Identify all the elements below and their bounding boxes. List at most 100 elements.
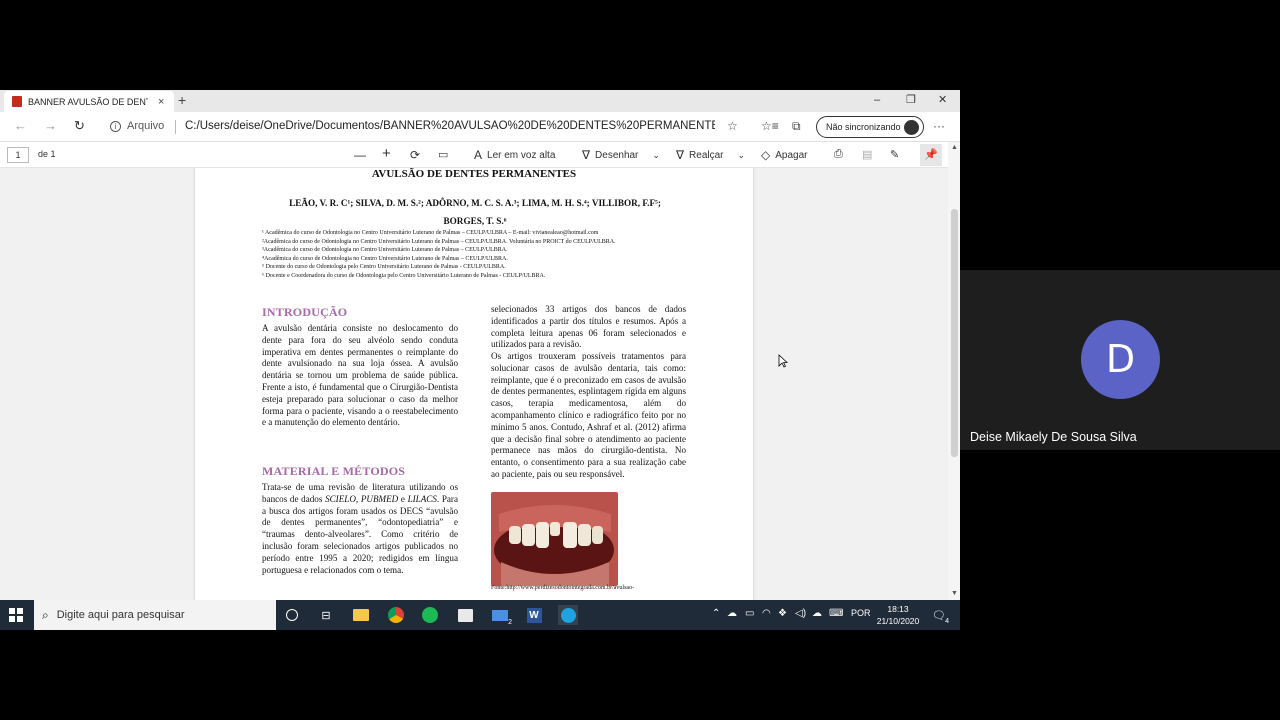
profile-avatar-icon	[904, 120, 919, 135]
read-aloud-label: Ler em voz alta	[487, 149, 556, 161]
tab-close-icon[interactable]: ×	[158, 96, 164, 108]
fit-page-icon[interactable]: ▭	[438, 148, 448, 161]
vertical-scrollbar[interactable]: ▲ ▼	[948, 142, 960, 600]
chevron-down-icon[interactable]: ⌄	[738, 150, 746, 161]
pdf-page: AVULSÃO DE DENTES PERMANENTES LEÃO, V. R…	[195, 168, 753, 600]
page-count: de 1	[38, 149, 56, 159]
authors: LEÃO, V. R. C¹; SILVA, D. M. S.²; ADÔRNO…	[245, 194, 705, 230]
onedrive-icon[interactable]: ☁	[727, 608, 737, 619]
draw-label: Desenhar	[595, 149, 639, 161]
scrollbar-thumb[interactable]	[951, 209, 958, 457]
affiliation-item: ³Acadêmica do curso de Odontologia no Ce…	[262, 247, 508, 254]
affiliations: ¹ Acadêmica do curso de Odontologia no C…	[262, 229, 690, 281]
affiliation-item: ⁵ Docente do curso de Odontologia pelo C…	[262, 264, 506, 271]
save-as-icon[interactable]: ✎	[890, 148, 899, 161]
chrome-icon[interactable]	[386, 605, 406, 625]
dropbox-icon[interactable]: ❖	[778, 608, 787, 619]
erase-button[interactable]: ◇ Apagar	[761, 148, 807, 162]
rotate-icon[interactable]: ⟳	[410, 148, 420, 162]
battery-icon[interactable]: ▭	[745, 608, 754, 619]
methods-heading: MATERIAL E MÉTODOS	[262, 464, 406, 478]
read-aloud-button[interactable]: A Ler em voz alta	[474, 148, 555, 162]
notification-center-icon[interactable]: 🗨 4	[929, 605, 949, 626]
document-title: AVULSÃO DE DENTES PERMANENTES	[371, 168, 577, 180]
url-field[interactable]: C:/Users/deise/OneDrive/Documentos/BANNE…	[185, 120, 715, 132]
taskbar-search[interactable]: ⌕ Digite aqui para pesquisar	[34, 600, 276, 630]
file-explorer-icon[interactable]	[351, 605, 371, 625]
edge-icon[interactable]	[558, 605, 578, 625]
browser-tab-bar: BANNER AVULSÃO DE DENTES P × + – ❐ ✕	[0, 90, 960, 112]
draw-button[interactable]: ∇ Desenhar ⌄	[582, 148, 660, 162]
save-icon[interactable]: ▤	[862, 148, 872, 161]
mail-badge: 2	[508, 619, 512, 626]
new-tab-button[interactable]: +	[178, 93, 186, 107]
browser-tab[interactable]: BANNER AVULSÃO DE DENTES P ×	[4, 91, 174, 112]
avulsion-photo	[491, 492, 618, 586]
system-clock[interactable]: 18:13 21/10/2020	[872, 603, 924, 627]
tray-chevron-icon[interactable]: ⌃	[712, 608, 720, 619]
participant-avatar: D	[1081, 320, 1160, 399]
read-aloud-icon: A	[474, 148, 483, 162]
highlight-button[interactable]: ∇ Realçar ⌄	[676, 148, 745, 162]
windows-start-icon[interactable]	[9, 608, 23, 622]
search-placeholder: Digite aqui para pesquisar	[56, 609, 185, 621]
highlight-label: Realçar	[689, 149, 724, 161]
back-button[interactable]: ←	[14, 118, 27, 133]
intro-text: A avulsão dentária consiste no deslocame…	[262, 323, 458, 428]
sync-profile-button[interactable]: Não sincronizando	[816, 116, 924, 138]
draw-icon: ∇	[582, 148, 591, 162]
language-indicator[interactable]: POR	[851, 608, 871, 618]
shared-screen: BANNER AVULSÃO DE DENTES P × + – ❐ ✕ ← →…	[0, 90, 960, 630]
eraser-icon: ◇	[761, 148, 771, 162]
zoom-in-button[interactable]: +	[382, 145, 391, 162]
address-bar: ← → ↻ i Arquivo C:/Users/deise/OneDrive/…	[0, 112, 960, 142]
pin-toolbar-icon[interactable]: 📌	[920, 144, 942, 166]
spotify-icon[interactable]	[420, 605, 440, 625]
highlight-icon: ∇	[676, 148, 685, 162]
participant-tile[interactable]: D Deise Mikaely De Sousa Silva	[960, 270, 1280, 450]
pdf-file-icon	[12, 96, 22, 107]
page-number-input[interactable]: 1	[7, 147, 29, 163]
chevron-down-icon[interactable]: ⌄	[652, 150, 660, 161]
scroll-down-icon[interactable]: ▼	[951, 590, 958, 597]
keyboard-icon[interactable]: ⌨	[829, 608, 843, 619]
pdf-viewer: AVULSÃO DE DENTES PERMANENTES LEÃO, V. R…	[0, 168, 948, 600]
results-text-2: Os artigos trouxeram possíveis tratament…	[491, 351, 686, 479]
photo-caption: Fonte:http://www.perdizesodontointegrada…	[491, 585, 635, 591]
mouse-cursor-icon	[778, 354, 788, 368]
minimize-button[interactable]: –	[874, 92, 880, 108]
print-icon[interactable]: ⎙	[834, 148, 843, 161]
authors-line: LEÃO, V. R. C¹; SILVA, D. M. S.²; ADÔRNO…	[289, 198, 661, 208]
favorites-list-icon[interactable]: ☆≡	[761, 119, 779, 133]
close-window-button[interactable]: ✕	[938, 92, 947, 108]
more-menu-icon[interactable]: ···	[933, 119, 945, 133]
favorite-star-icon[interactable]: ☆	[727, 119, 738, 133]
intro-heading: INTRODUÇÃO	[262, 305, 348, 319]
notification-count: 4	[945, 618, 949, 625]
methods-databases: SCIELO, PUBMED	[325, 493, 399, 504]
zoom-out-button[interactable]: —	[354, 148, 366, 162]
site-info-label: Arquivo	[127, 120, 165, 132]
restore-button[interactable]: ❐	[906, 92, 916, 108]
wifi-icon[interactable]: ◠	[762, 608, 771, 619]
address-separator	[175, 120, 176, 134]
sync-label: Não sincronizando	[826, 122, 901, 132]
cortana-icon[interactable]	[282, 605, 302, 625]
collections-icon[interactable]: ⧉	[792, 119, 801, 134]
word-icon[interactable]: W	[524, 605, 544, 625]
affiliation-item: ²Acadêmica do curso de Odontologia no Ce…	[262, 238, 616, 245]
authors-line: BORGES, T. S.⁶	[443, 216, 507, 226]
participant-name: Deise Mikaely De Sousa Silva	[970, 430, 1137, 444]
search-icon: ⌕	[42, 607, 49, 622]
cloud-icon[interactable]: ☁	[812, 608, 822, 619]
site-info[interactable]: i Arquivo	[110, 120, 164, 132]
scroll-up-icon[interactable]: ▲	[951, 144, 958, 151]
meeting-stage: BANNER AVULSÃO DE DENTES P × + – ❐ ✕ ← →…	[0, 0, 1280, 720]
mail-icon[interactable]: 2	[490, 605, 512, 626]
refresh-button[interactable]: ↻	[74, 118, 85, 134]
task-view-icon[interactable]: ⊟	[316, 605, 336, 625]
methods-databases: LILACS	[407, 493, 437, 504]
store-icon[interactable]	[455, 605, 475, 625]
forward-button[interactable]: →	[44, 118, 57, 133]
volume-icon[interactable]: ◁)	[795, 608, 806, 619]
